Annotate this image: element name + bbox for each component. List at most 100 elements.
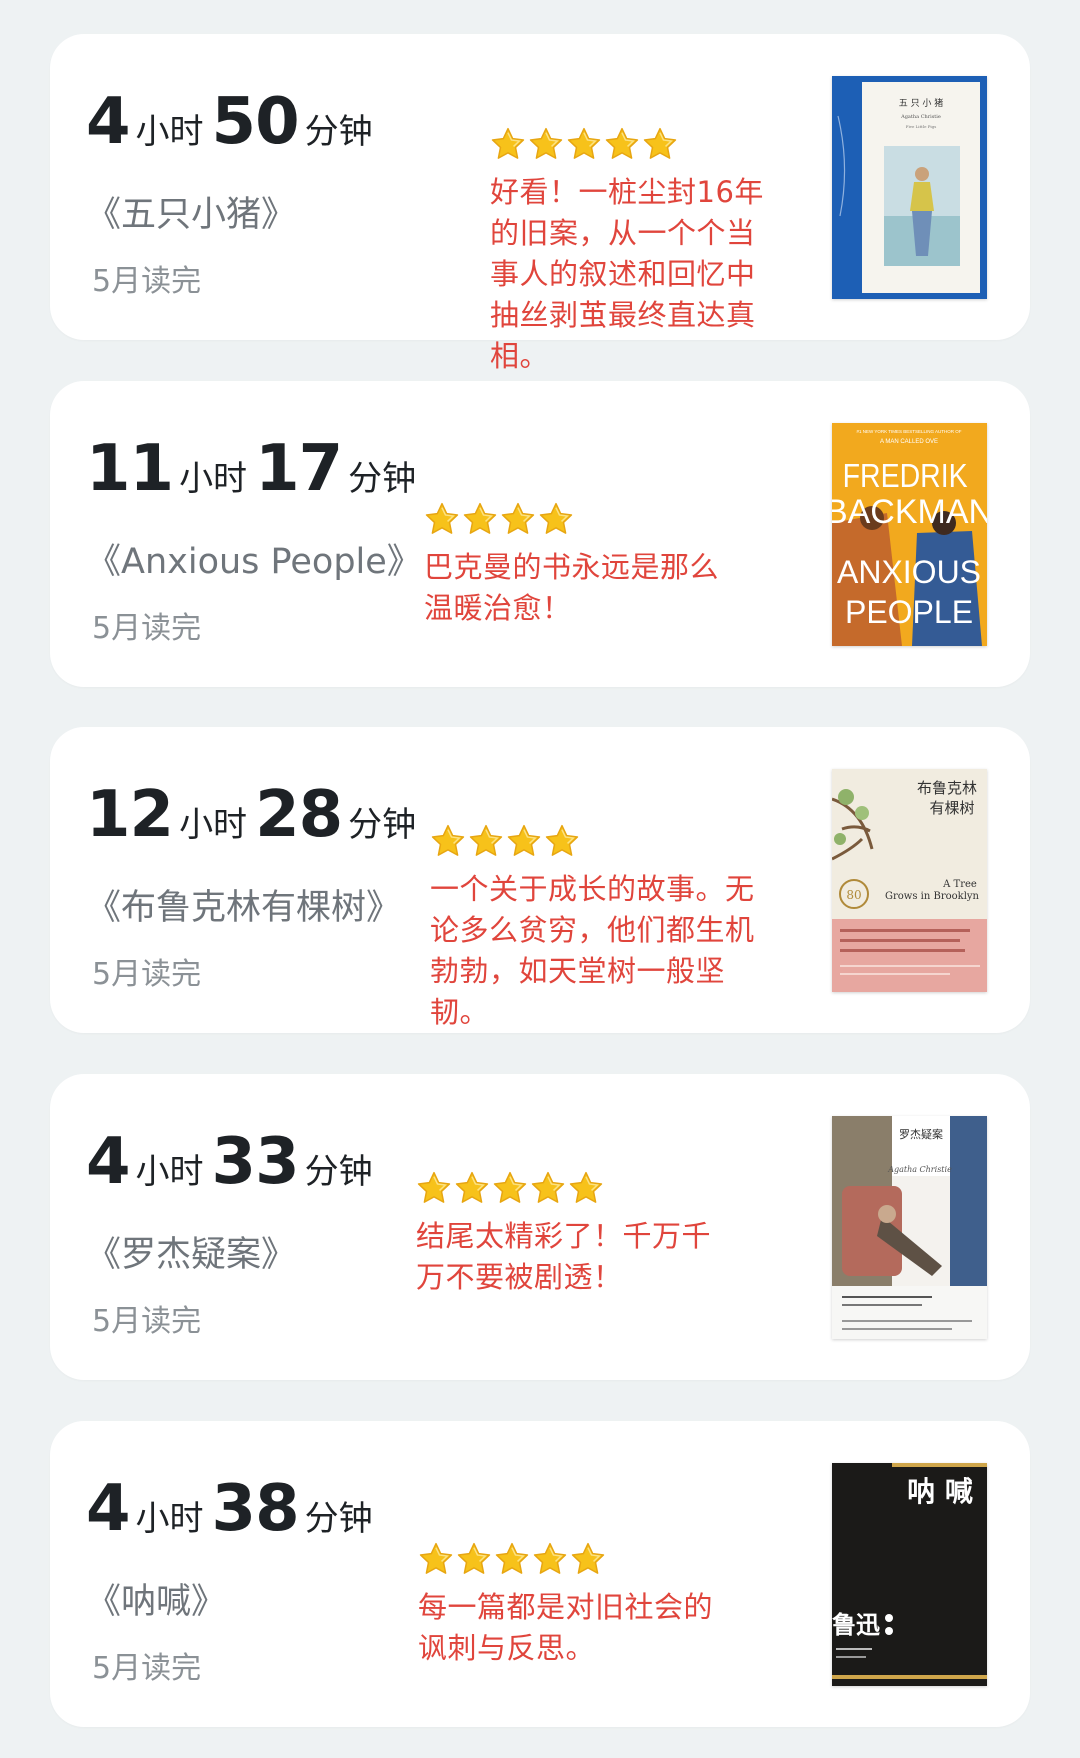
reading-duration: 11 小时 17 分钟 — [86, 437, 424, 501]
star-icon — [533, 1542, 567, 1574]
hours-unit: 小时 — [179, 805, 248, 845]
star-icon — [567, 127, 601, 159]
review-comment: 结尾太精彩了！千万千万不要被剧透！ — [416, 1219, 712, 1294]
review-comment: 巴克曼的书永远是那么温暖治愈！ — [424, 550, 720, 625]
book-cover-five-little-pigs-icon: 五 只 小 猪 Agatha Christie Five Little Pigs — [832, 76, 987, 299]
star-rating — [418, 1541, 718, 1581]
cover-tagline2-text: A MAN CALLED OVE — [880, 439, 938, 445]
star-rating — [424, 501, 724, 541]
star-icon — [463, 502, 497, 534]
cover-en1-text: A Tree — [942, 879, 977, 890]
book-card[interactable]: 4 小时 50 分钟 《五只小猪》 5月读完 好看！一桩尘封16年的旧案，从一个个当事… — [50, 34, 1030, 373]
minutes-value: 50 — [211, 85, 300, 159]
cover-author-text: Agatha Christie — [900, 114, 941, 120]
reading-duration: 4 小时 50 分钟 — [86, 90, 381, 154]
hours-unit: 小时 — [179, 459, 248, 499]
star-icon — [501, 502, 535, 534]
cover-title2-text: 有棵树 — [929, 799, 974, 817]
finish-status: 5月读完 — [92, 1651, 202, 1686]
hours-value: 12 — [86, 778, 174, 852]
book-card[interactable]: 12 小时 28 分钟 《布鲁克林有棵树》 5月读完 一个关于成长的故事。无论多么贫穷… — [50, 727, 1030, 1033]
review: 结尾太精彩了！千万千万不要被剧透！ — [416, 1170, 716, 1298]
reading-duration: 4 小时 38 分钟 — [86, 1477, 381, 1541]
minutes-value: 17 — [255, 432, 343, 506]
star-icon — [493, 1171, 527, 1203]
star-icon — [571, 1542, 605, 1574]
cover-title-text: 罗杰疑案 — [899, 1127, 943, 1141]
book-cover[interactable]: 呐 喊 鲁迅 — [832, 1463, 987, 1686]
star-icon — [545, 824, 579, 856]
review: 好看！一桩尘封16年的旧案，从一个个当事人的叙述和回忆中抽丝剥茧最终直达真相。 — [490, 126, 780, 377]
cover-subtitle-text: Five Little Pigs — [906, 124, 937, 129]
star-icon — [495, 1542, 529, 1574]
star-icon — [529, 127, 563, 159]
book-cover-call-to-arms-icon: 呐 喊 鲁迅 — [832, 1463, 987, 1686]
book-title[interactable]: 《布鲁克林有棵树》 — [86, 879, 401, 930]
star-icon — [531, 1171, 565, 1203]
cover-title1-text: 布鲁克林 — [917, 779, 977, 797]
book-title[interactable]: 《五只小猪》 — [86, 186, 296, 237]
book-title[interactable]: 《呐喊》 — [86, 1573, 226, 1624]
minutes-unit: 分钟 — [348, 805, 417, 845]
star-rating — [416, 1170, 716, 1210]
review: 每一篇都是对旧社会的讽刺与反思。 — [418, 1541, 718, 1669]
star-icon — [469, 824, 503, 856]
finish-status: 5月读完 — [92, 611, 202, 646]
cover-title-text: 呐 喊 — [907, 1475, 973, 1508]
star-icon — [539, 502, 573, 534]
book-card[interactable]: 4 小时 38 分钟 《呐喊》 5月读完 每一篇都是对旧社会的讽刺与反思。 呐 喊 鲁… — [50, 1421, 1030, 1727]
book-cover[interactable]: 布鲁克林 有棵树 80 A Tree Grows in Brooklyn — [832, 769, 987, 992]
star-rating — [430, 823, 780, 863]
review-comment: 每一篇都是对旧社会的讽刺与反思。 — [418, 1590, 714, 1665]
book-card[interactable]: 4 小时 33 分钟 《罗杰疑案》 5月读完 结尾太精彩了！千万千万不要被剧透！ 罗杰… — [50, 1074, 1030, 1380]
star-icon — [419, 1542, 453, 1574]
star-icon — [431, 824, 465, 856]
hours-value: 11 — [86, 432, 174, 506]
cover-badge-text: 80 — [846, 888, 861, 902]
hours-value: 4 — [86, 85, 131, 159]
finish-status: 5月读完 — [92, 264, 202, 299]
finish-status: 5月读完 — [92, 1304, 202, 1339]
cover-en2-text: Grows in Brooklyn — [885, 891, 980, 902]
review-comment: 一个关于成长的故事。无论多么贫穷，他们都生机勃勃，如天堂树一般坚韧。 — [430, 872, 755, 1029]
star-icon — [507, 824, 541, 856]
cover-author-text: 鲁迅 — [832, 1610, 880, 1639]
minutes-value: 33 — [211, 1125, 300, 1199]
star-icon — [417, 1171, 451, 1203]
review: 巴克曼的书永远是那么温暖治愈！ — [424, 501, 724, 629]
reading-duration: 12 小时 28 分钟 — [86, 783, 424, 847]
minutes-value: 28 — [255, 778, 343, 852]
star-icon — [491, 127, 525, 159]
cover-author1-text: FREDRIK — [843, 457, 968, 494]
star-icon — [455, 1171, 489, 1203]
book-card[interactable]: 11 小时 17 分钟 《Anxious People》 5月读完 巴克曼的书永远是那… — [50, 381, 1030, 687]
minutes-unit: 分钟 — [304, 112, 373, 152]
star-icon — [457, 1542, 491, 1574]
book-cover[interactable]: 五 只 小 猪 Agatha Christie Five Little Pigs — [832, 76, 987, 299]
book-cover[interactable]: #1 NEW YORK TIMES BESTSELLING AUTHOR OF … — [832, 423, 987, 646]
review-comment: 好看！一桩尘封16年的旧案，从一个个当事人的叙述和回忆中抽丝剥茧最终直达真相。 — [490, 175, 764, 373]
reading-duration: 4 小时 33 分钟 — [86, 1130, 381, 1194]
book-cover-a-tree-grows-in-brooklyn-icon: 布鲁克林 有棵树 80 A Tree Grows in Brooklyn — [832, 769, 987, 992]
minutes-unit: 分钟 — [304, 1152, 373, 1192]
minutes-unit: 分钟 — [304, 1499, 373, 1539]
book-title[interactable]: 《罗杰疑案》 — [86, 1226, 296, 1277]
cover-title1-text: ANXIOUS — [837, 554, 981, 590]
book-cover[interactable]: 罗杰疑案 Agatha Christie — [832, 1116, 987, 1339]
review: 一个关于成长的故事。无论多么贫穷，他们都生机勃勃，如天堂树一般坚韧。 — [430, 823, 780, 1033]
hours-unit: 小时 — [135, 112, 204, 152]
book-cover-anxious-people-icon: #1 NEW YORK TIMES BESTSELLING AUTHOR OF … — [832, 423, 987, 646]
hours-unit: 小时 — [135, 1499, 204, 1539]
hours-value: 4 — [86, 1125, 131, 1199]
cover-author2-text: BACKMAN — [832, 493, 987, 531]
cover-tagline-text: #1 NEW YORK TIMES BESTSELLING AUTHOR OF — [856, 429, 961, 434]
star-icon — [569, 1171, 603, 1203]
cover-title-text: 五 只 小 猪 — [899, 97, 944, 109]
reading-list: 4 小时 50 分钟 《五只小猪》 5月读完 好看！一桩尘封16年的旧案，从一个个当事… — [0, 0, 1080, 1758]
hours-value: 4 — [86, 1472, 131, 1546]
cover-title2-text: PEOPLE — [845, 594, 973, 630]
star-icon — [643, 127, 677, 159]
book-title[interactable]: 《Anxious People》 — [86, 533, 422, 584]
minutes-unit: 分钟 — [348, 459, 417, 499]
finish-status: 5月读完 — [92, 957, 202, 992]
